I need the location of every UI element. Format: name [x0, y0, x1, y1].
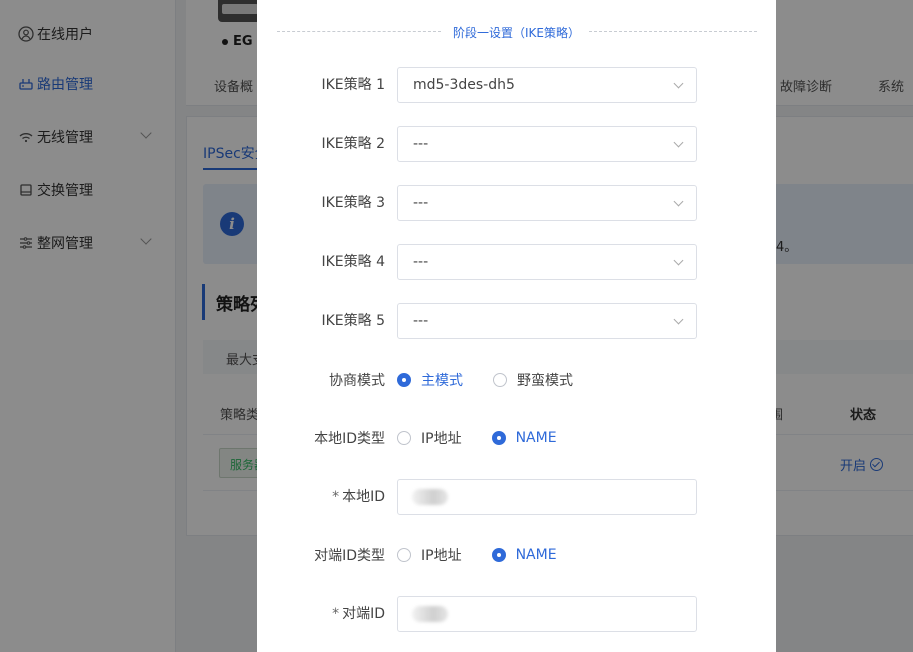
chevron-down-icon — [673, 137, 684, 148]
radio-dot — [397, 548, 411, 562]
chevron-down-icon — [673, 196, 684, 207]
peer-id-label: * 对端ID — [332, 603, 385, 623]
radio-label: IP地址 — [421, 431, 462, 447]
chevron-down-icon — [673, 314, 684, 325]
select-value: --- — [413, 313, 429, 329]
local-id-label-text: 本地ID — [342, 489, 385, 505]
radio-main-mode[interactable]: 主模式 — [397, 370, 463, 390]
select-value: --- — [413, 136, 429, 152]
local-id-type-group: IP地址 NAME — [397, 428, 587, 448]
ike-policy-3-select[interactable]: --- — [397, 185, 697, 221]
radio-dot — [491, 548, 506, 562]
ike-policy-1-select[interactable]: md5-3des-dh5 — [397, 67, 697, 103]
divider — [277, 31, 441, 32]
ipsec-policy-dialog: 阶段一设置（IKE策略） IKE策略 1 md5-3des-dh5 IKE策略 … — [257, 0, 776, 652]
radio-label: NAME — [515, 430, 557, 446]
negotiation-mode-label: 协商模式 — [329, 373, 385, 389]
local-id-input[interactable] — [397, 479, 697, 515]
radio-label: 野蛮模式 — [517, 373, 573, 389]
peer-id-type-label: 对端ID类型 — [314, 548, 385, 564]
local-id-type-label: 本地ID类型 — [314, 431, 385, 447]
select-value: --- — [413, 254, 429, 270]
radio-dot — [397, 373, 411, 387]
ike-policy-1-label: IKE策略 1 — [321, 77, 385, 93]
radio-peer-ip[interactable]: IP地址 — [397, 545, 462, 565]
select-value: md5-3des-dh5 — [413, 77, 515, 93]
local-id-label: * 本地ID — [332, 486, 385, 506]
radio-dot — [493, 373, 507, 387]
radio-dot — [397, 431, 411, 445]
radio-peer-name[interactable]: NAME — [491, 547, 557, 563]
phase1-section-title: 阶段一设置（IKE策略） — [453, 26, 580, 40]
redacted-value — [412, 606, 448, 622]
peer-id-type-group: IP地址 NAME — [397, 545, 587, 565]
ike-policy-3-label: IKE策略 3 — [321, 195, 385, 211]
radio-aggressive-mode[interactable]: 野蛮模式 — [493, 370, 573, 390]
required-mark: * — [332, 606, 340, 622]
radio-local-name[interactable]: NAME — [491, 430, 557, 446]
redacted-value — [412, 489, 448, 505]
chevron-down-icon — [673, 255, 684, 266]
ike-policy-2-select[interactable]: --- — [397, 126, 697, 162]
ike-policy-4-select[interactable]: --- — [397, 244, 697, 280]
peer-id-label-text: 对端ID — [342, 606, 385, 622]
radio-local-ip[interactable]: IP地址 — [397, 428, 462, 448]
ike-policy-2-label: IKE策略 2 — [321, 136, 385, 152]
negotiation-mode-group: 主模式 野蛮模式 — [397, 370, 603, 390]
required-mark: * — [332, 489, 340, 505]
ike-policy-4-label: IKE策略 4 — [321, 254, 385, 270]
peer-id-input[interactable] — [397, 596, 697, 632]
radio-label: IP地址 — [421, 548, 462, 564]
ike-policy-5-select[interactable]: --- — [397, 303, 697, 339]
divider — [589, 31, 757, 32]
chevron-down-icon — [673, 78, 684, 89]
radio-label: 主模式 — [421, 373, 463, 389]
radio-dot — [491, 431, 506, 445]
radio-label: NAME — [515, 547, 557, 563]
ike-policy-5-label: IKE策略 5 — [321, 313, 385, 329]
select-value: --- — [413, 195, 429, 211]
